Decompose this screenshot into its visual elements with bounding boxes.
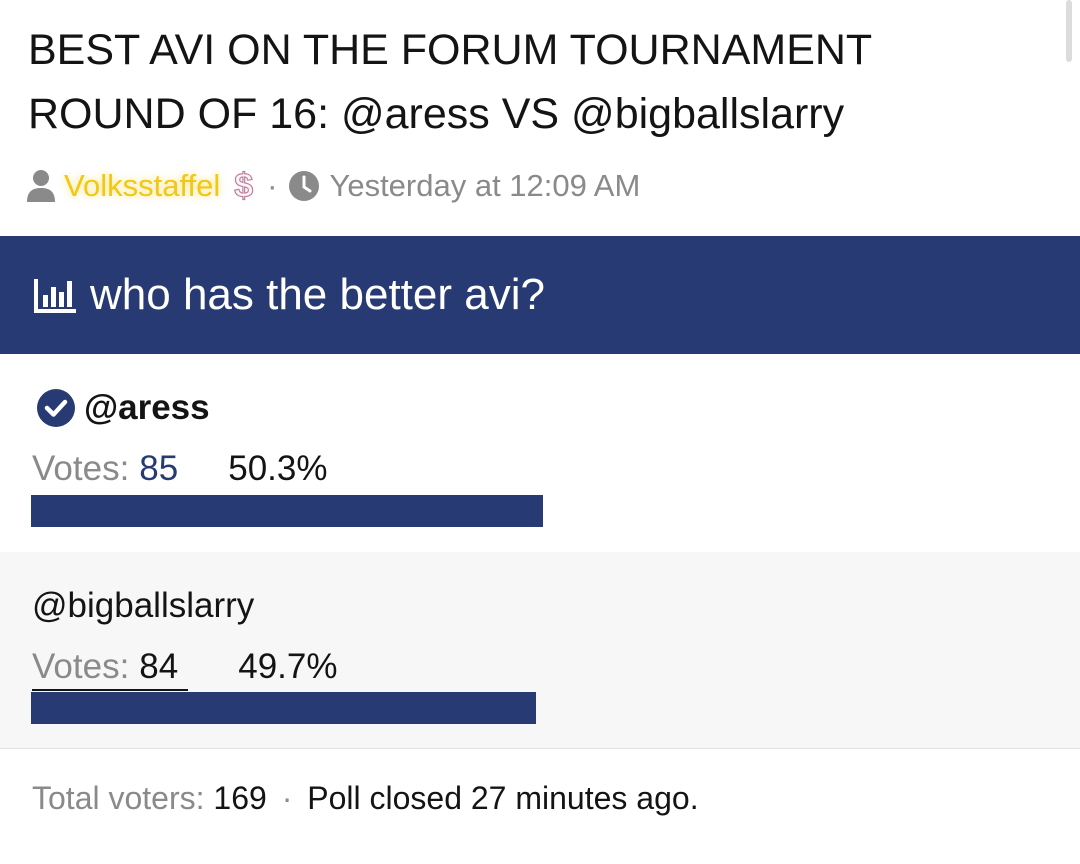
meta-separator: · bbox=[267, 168, 278, 203]
poll-option: @aress Votes: 85 50.3% bbox=[0, 354, 1080, 552]
poll-closed-status: Poll closed 27 minutes ago. bbox=[307, 780, 699, 816]
check-circle-icon bbox=[37, 389, 75, 427]
poll-question: who has the better avi? bbox=[90, 270, 545, 319]
poll-footer: Total voters: 169 · Poll closed 27 minut… bbox=[32, 780, 699, 817]
poll-option-title: @aress bbox=[36, 388, 210, 428]
vote-bar-fill bbox=[31, 495, 543, 527]
poll-header: who has the better avi? bbox=[0, 236, 1080, 354]
page: BEST AVI ON THE FORUM TOURNAMENT ROUND O… bbox=[0, 0, 1080, 864]
footer-separator: · bbox=[281, 780, 293, 816]
votes-link[interactable]: Votes: 84 bbox=[32, 647, 189, 691]
poll-option-label: @bigballslarry bbox=[32, 586, 255, 625]
thread-meta: Volksstaffel $ · Yesterday at 12:09 AM bbox=[26, 164, 640, 208]
vote-bar-fill bbox=[31, 692, 537, 724]
vote-percentage: 50.3% bbox=[228, 449, 328, 488]
clock-icon bbox=[288, 171, 319, 201]
user-icon bbox=[27, 170, 55, 202]
scrollbar[interactable] bbox=[1066, 0, 1072, 62]
total-voters-value: 169 bbox=[213, 780, 267, 816]
poll-option-votes: Votes: 84 49.7% bbox=[32, 647, 337, 691]
dollar-sign-icon: $ bbox=[234, 167, 254, 205]
poll-option: @bigballslarry Votes: 84 49.7% bbox=[0, 552, 1080, 749]
vote-percentage: 49.7% bbox=[238, 647, 338, 686]
author-username[interactable]: Volksstaffel bbox=[64, 168, 220, 204]
vote-bar-track bbox=[31, 495, 1048, 527]
total-voters-label: Total voters: bbox=[32, 780, 205, 816]
thread-title: BEST AVI ON THE FORUM TOURNAMENT ROUND O… bbox=[28, 26, 872, 138]
votes-label: Votes: bbox=[32, 647, 130, 686]
poll-option-votes: Votes: 85 50.3% bbox=[32, 449, 327, 489]
post-date[interactable]: Yesterday at 12:09 AM bbox=[330, 168, 641, 204]
vote-bar-track bbox=[31, 692, 1048, 724]
poll-option-title: @bigballslarry bbox=[32, 586, 254, 626]
poll-option-label: @aress bbox=[84, 388, 210, 427]
votes-label: Votes: bbox=[32, 449, 130, 488]
bar-chart-icon bbox=[34, 279, 76, 313]
votes-count: 84 bbox=[139, 647, 179, 686]
votes-count[interactable]: 85 bbox=[139, 449, 178, 489]
